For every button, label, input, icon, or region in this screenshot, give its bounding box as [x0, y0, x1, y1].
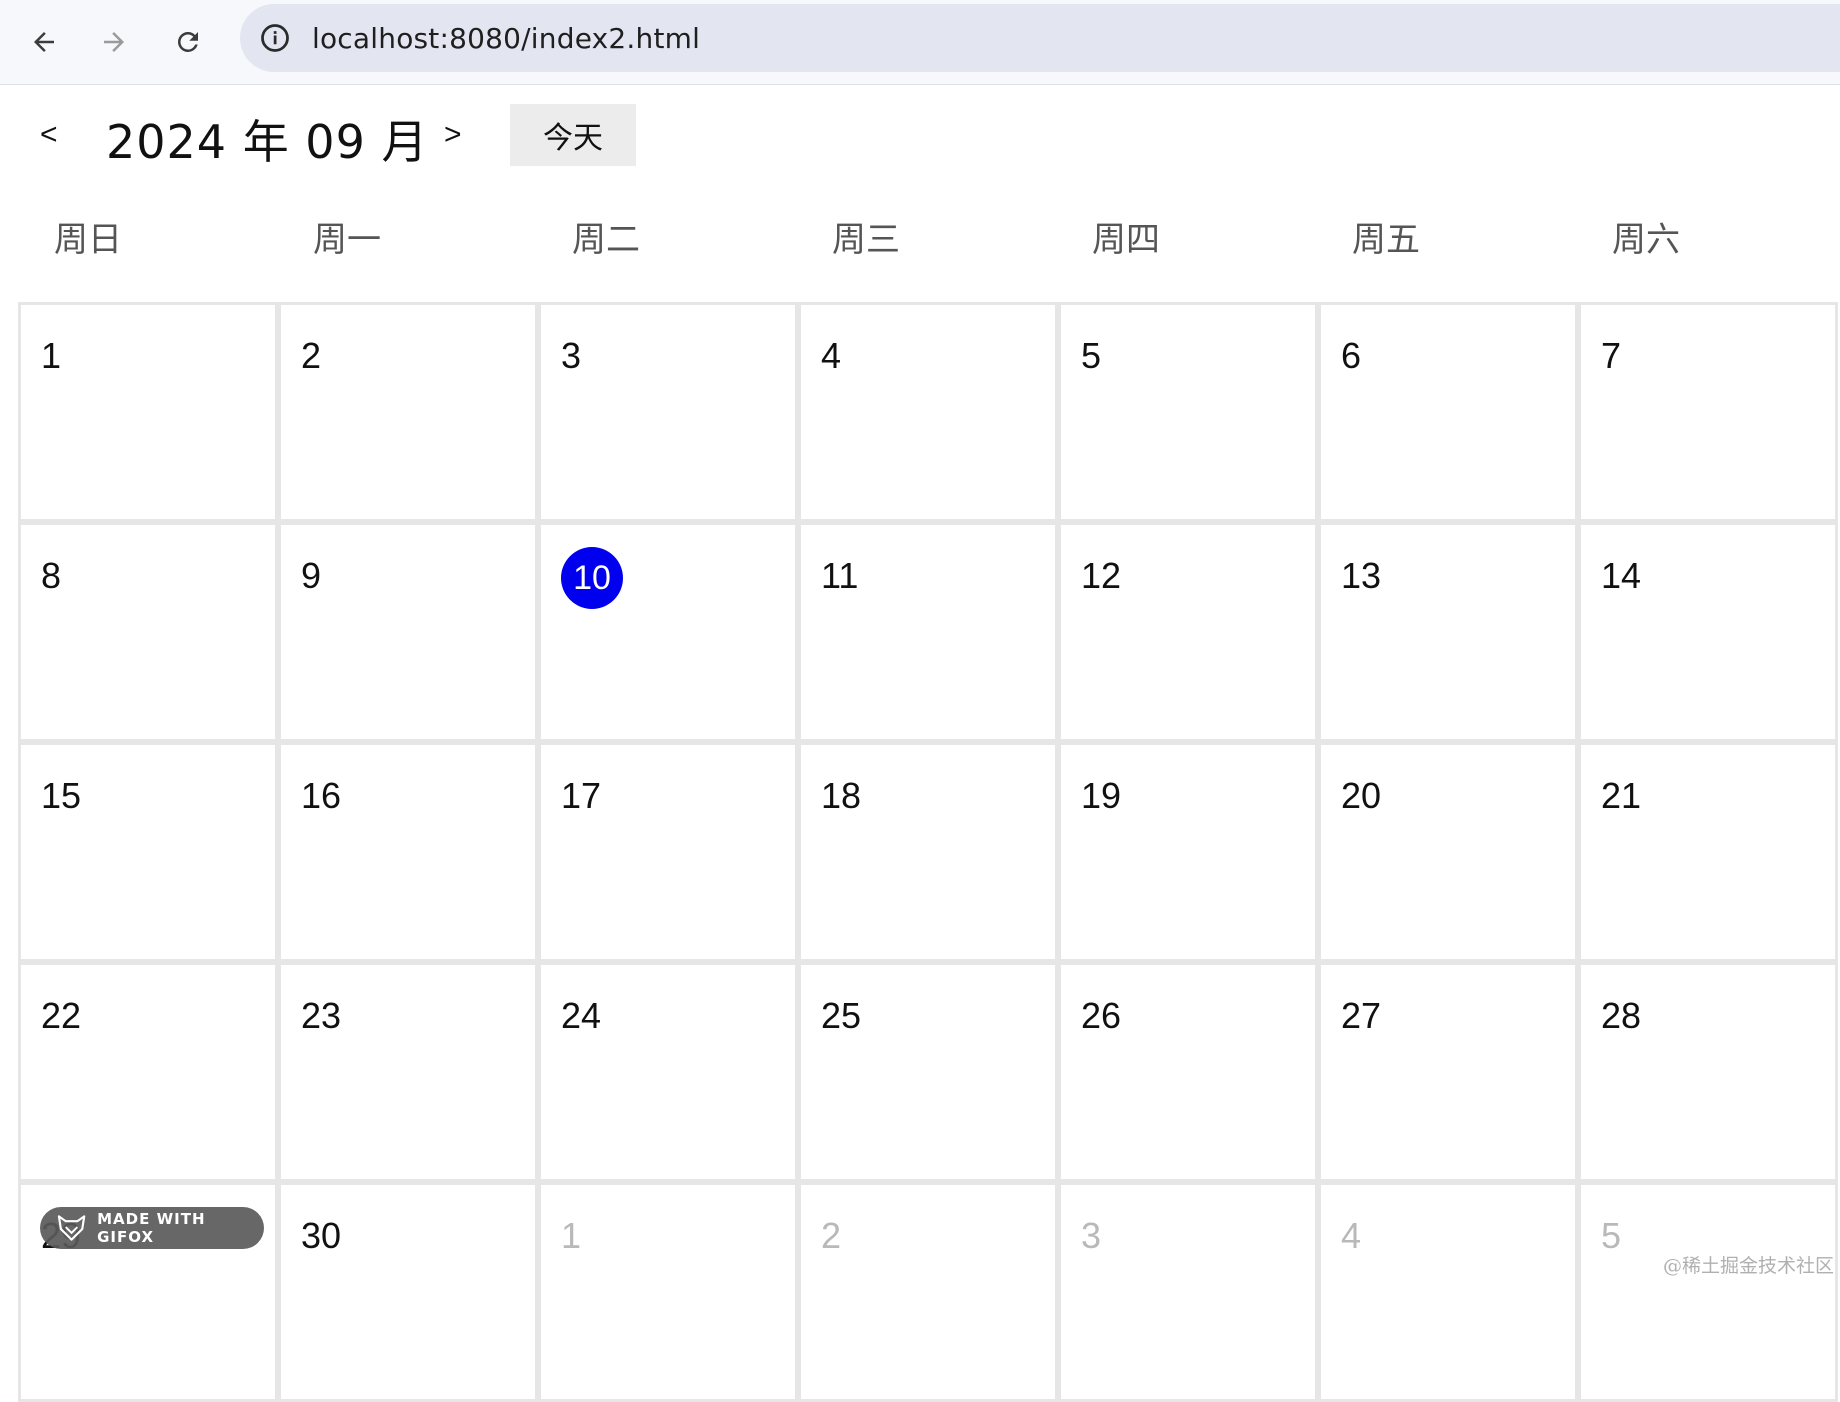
day-number: 2 — [301, 335, 322, 376]
day-number: 8 — [41, 555, 62, 596]
day-cell[interactable]: 12 — [1058, 522, 1318, 742]
day-number: 12 — [1081, 555, 1122, 596]
watermark: @稀土掘金技术社区 — [1662, 1255, 1834, 1277]
day-number: 1 — [41, 335, 62, 376]
weekday-mon: 周一 — [313, 220, 381, 260]
day-cell[interactable]: 15 — [18, 742, 278, 962]
back-arrow-icon — [34, 32, 54, 52]
weekday-tue: 周二 — [572, 220, 640, 260]
day-number: 4 — [1341, 1215, 1362, 1256]
day-cell[interactable]: 18 — [798, 742, 1058, 962]
day-number: 17 — [561, 775, 602, 816]
day-cell[interactable]: 1 — [18, 302, 278, 522]
day-number: 11 — [821, 555, 859, 596]
day-number: 18 — [821, 775, 862, 816]
day-cell[interactable]: 17 — [538, 742, 798, 962]
today-marker: 10 — [561, 547, 623, 609]
day-cell[interactable]: 5 — [1058, 302, 1318, 522]
day-cell[interactable]: 3 — [538, 302, 798, 522]
day-number: 7 — [1601, 335, 1622, 376]
day-cell-today[interactable]: 10 — [538, 522, 798, 742]
prev-month-button[interactable]: < — [40, 118, 58, 152]
day-cell[interactable]: 24 — [538, 962, 798, 1182]
site-info-icon[interactable] — [258, 21, 292, 55]
day-cell[interactable]: 20 — [1318, 742, 1578, 962]
day-cell[interactable]: 30 — [278, 1182, 538, 1402]
day-cell[interactable]: 4 — [798, 302, 1058, 522]
browser-toolbar: localhost:8080/index2.html — [0, 0, 1840, 85]
address-bar[interactable]: localhost:8080/index2.html — [240, 4, 1840, 72]
month-title: 2024 年 09 月 — [106, 115, 429, 169]
day-number: 30 — [301, 1215, 342, 1256]
day-cell[interactable]: 28 — [1578, 962, 1838, 1182]
url-text[interactable]: localhost:8080/index2.html — [312, 22, 700, 55]
gifox-fox-icon — [57, 1215, 86, 1241]
day-number: 9 — [301, 555, 322, 596]
day-number: 2 — [821, 1215, 842, 1256]
day-cell[interactable]: 23 — [278, 962, 538, 1182]
weekday-thu: 周四 — [1092, 220, 1160, 260]
day-cell[interactable]: 21 — [1578, 742, 1838, 962]
day-cell[interactable]: 26 — [1058, 962, 1318, 1182]
day-cell[interactable]: 22 — [18, 962, 278, 1182]
day-cell-next-month[interactable]: 3 — [1058, 1182, 1318, 1402]
day-cell[interactable]: 8 — [18, 522, 278, 742]
today-button[interactable]: 今天 — [510, 104, 636, 166]
back-button[interactable] — [16, 14, 72, 70]
day-cell-next-month[interactable]: 1 — [538, 1182, 798, 1402]
day-number: 6 — [1341, 335, 1362, 376]
day-number: 21 — [1601, 775, 1642, 816]
day-cell[interactable]: 2 — [278, 302, 538, 522]
day-number: 28 — [1601, 995, 1642, 1036]
day-number: 14 — [1601, 555, 1642, 596]
day-number: 25 — [821, 995, 862, 1036]
day-number: 5 — [1081, 335, 1102, 376]
day-number: 19 — [1081, 775, 1122, 816]
day-cell-next-month[interactable]: 4 — [1318, 1182, 1578, 1402]
day-cell[interactable]: 19 — [1058, 742, 1318, 962]
day-number: 3 — [1081, 1215, 1102, 1256]
day-cell[interactable]: 16 — [278, 742, 538, 962]
day-number: 5 — [1601, 1215, 1622, 1256]
day-cell-next-month[interactable]: 5 — [1578, 1182, 1838, 1402]
day-number: 20 — [1341, 775, 1382, 816]
weekday-fri: 周五 — [1352, 220, 1420, 260]
reload-button[interactable] — [160, 14, 216, 70]
day-number: 13 — [1341, 555, 1382, 596]
day-number: 24 — [561, 995, 602, 1036]
day-number: 22 — [41, 995, 82, 1036]
day-number: 3 — [561, 335, 582, 376]
next-month-button[interactable]: > — [444, 118, 462, 152]
day-number: 16 — [301, 775, 342, 816]
day-cell[interactable]: 14 — [1578, 522, 1838, 742]
calendar-grid: 1 2 3 4 5 6 7 8 9 10 11 12 13 14 15 16 1… — [18, 302, 1838, 1402]
gifox-label: MADE WITH GIFOX — [97, 1210, 206, 1246]
day-number: 27 — [1341, 995, 1382, 1036]
day-cell[interactable]: 7 — [1578, 302, 1838, 522]
reload-icon — [178, 32, 198, 52]
day-number: 1 — [561, 1215, 582, 1256]
forward-arrow-icon — [104, 32, 124, 52]
day-cell[interactable]: 25 — [798, 962, 1058, 1182]
day-cell[interactable]: 9 — [278, 522, 538, 742]
day-cell[interactable]: 11 — [798, 522, 1058, 742]
forward-button[interactable] — [86, 14, 142, 70]
weekday-sun: 周日 — [54, 220, 122, 260]
day-number: 4 — [821, 335, 842, 376]
day-cell[interactable]: 27 — [1318, 962, 1578, 1182]
day-cell[interactable]: 6 — [1318, 302, 1578, 522]
day-cell-next-month[interactable]: 2 — [798, 1182, 1058, 1402]
weekday-sat: 周六 — [1612, 220, 1680, 260]
day-number: 15 — [41, 775, 82, 816]
day-number: 23 — [301, 995, 342, 1036]
day-cell[interactable]: 13 — [1318, 522, 1578, 742]
weekday-wed: 周三 — [832, 220, 900, 260]
gifox-badge: MADE WITH GIFOX — [40, 1207, 264, 1249]
day-number: 26 — [1081, 995, 1122, 1036]
